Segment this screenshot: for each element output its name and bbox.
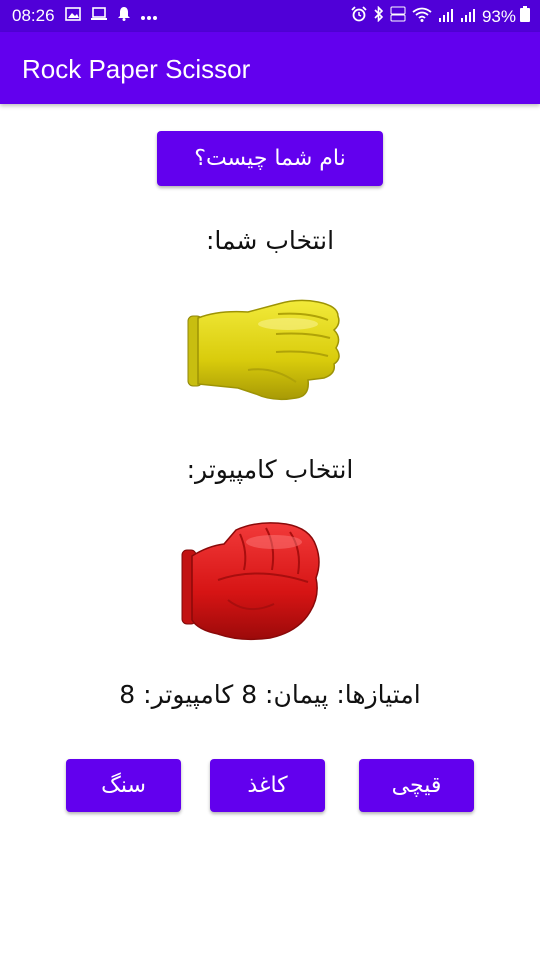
notification-bell-icon (117, 6, 131, 26)
paper-hand-icon (178, 290, 348, 410)
rock-button[interactable]: سنگ (66, 759, 181, 812)
wifi-icon (412, 7, 432, 27)
alarm-icon (351, 6, 367, 27)
ask-name-button[interactable]: نام شما چیست؟ (157, 131, 383, 186)
status-right: 93% (351, 5, 530, 27)
more-dots-icon (140, 6, 158, 26)
status-time: 08:26 (12, 6, 55, 25)
status-bar: 08:26 93% (0, 0, 540, 32)
laptop-icon (90, 6, 108, 26)
signal-icon (460, 7, 476, 27)
scissors-button[interactable]: قیچی (359, 759, 474, 812)
signal-icon (438, 7, 454, 27)
score-text: امتیازها: پیمان: 8 کامپیوتر: 8 (119, 680, 421, 709)
battery-percent: 93% (481, 6, 516, 26)
user-choice-label: انتخاب شما: (205, 226, 335, 255)
volte-icon (390, 6, 406, 27)
app-title: Rock Paper Scissor (22, 54, 251, 84)
status-left: 08:26 (12, 6, 167, 26)
battery-icon (520, 6, 530, 27)
computer-choice-label: انتخاب کامپیوتر: (186, 455, 354, 484)
app-bar: Rock Paper Scissor (0, 32, 540, 104)
bluetooth-icon (373, 5, 384, 27)
rock-fist-icon (178, 516, 323, 648)
gallery-icon (64, 6, 81, 26)
paper-button[interactable]: کاغذ (210, 759, 325, 812)
